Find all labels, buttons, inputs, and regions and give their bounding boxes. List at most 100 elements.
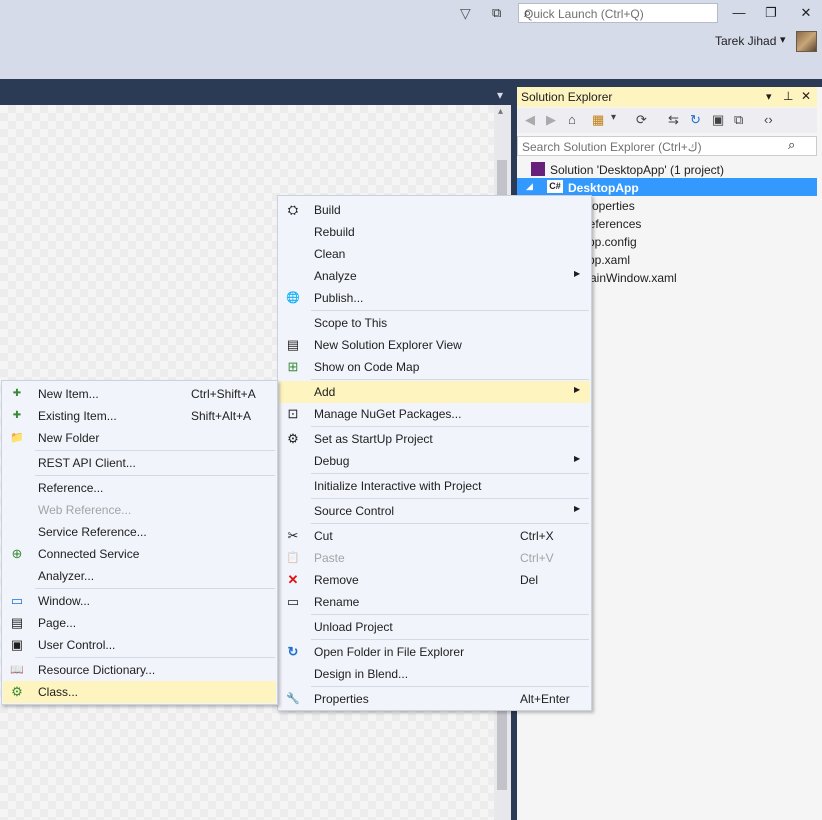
menu-item-build[interactable]: ⛭ Build: [279, 199, 590, 221]
menu-item-set-startup[interactable]: ⚙ Set as StartUp Project: [279, 428, 590, 450]
menu-item-resource-dictionary[interactable]: 📖 Resource Dictionary...: [3, 659, 276, 681]
menu-item-label: Page...: [38, 616, 77, 630]
back-icon[interactable]: ◀: [525, 112, 535, 128]
switch-views-dropdown-icon[interactable]: ▾: [611, 112, 616, 123]
pending-changes-icon[interactable]: ⟳: [636, 112, 647, 128]
filter-icon[interactable]: ▽: [460, 5, 471, 22]
panel-title: Solution Explorer: [521, 90, 613, 104]
menu-item-initialize-interactive[interactable]: Initialize Interactive with Project: [279, 475, 590, 497]
tree-item-solution[interactable]: Solution 'DesktopApp' (1 project): [550, 163, 724, 177]
forward-icon[interactable]: ▶: [546, 112, 556, 128]
submenu-arrow-icon: ▶: [574, 454, 581, 463]
menu-item-class[interactable]: ⚙ Class...: [3, 681, 276, 703]
menu-item-manage-nuget[interactable]: ⊡ Manage NuGet Packages...: [279, 403, 590, 425]
menu-item-label: New Item...: [38, 387, 99, 401]
menu-item-clean[interactable]: Clean: [279, 243, 590, 265]
refresh-icon[interactable]: ↻: [690, 112, 701, 128]
sync-icon[interactable]: ⇆: [668, 112, 679, 128]
menu-item-reference[interactable]: Reference...: [3, 477, 276, 499]
close-button[interactable]: ✕: [795, 4, 817, 22]
menu-item-add[interactable]: Add ▶: [279, 381, 590, 403]
code-map-icon: ⊞: [287, 359, 299, 374]
menu-item-design-in-blend[interactable]: Design in Blend...: [279, 663, 590, 685]
menu-item-connected-service[interactable]: ⊕ Connected Service: [3, 543, 276, 565]
user-name[interactable]: Tarek Jihad: [715, 34, 776, 48]
menu-item-unload-project[interactable]: Unload Project: [279, 616, 590, 638]
resource-dictionary-icon: 📖: [10, 664, 24, 676]
menu-item-label: Scope to This: [314, 316, 388, 330]
menu-separator: [311, 310, 589, 311]
new-item-icon: ✚: [12, 388, 22, 399]
menu-separator: [35, 475, 275, 476]
menu-item-new-item[interactable]: ✚ New Item... Ctrl+Shift+A: [3, 383, 276, 405]
scroll-up-icon[interactable]: ▴: [498, 106, 503, 117]
folder-icon: 📁: [10, 432, 24, 444]
menu-item-new-solution-explorer-view[interactable]: ▤ New Solution Explorer View: [279, 334, 590, 356]
expand-icon[interactable]: ◢: [526, 181, 533, 192]
menu-item-page[interactable]: ▤ Page...: [3, 612, 276, 634]
menu-item-label: Reference...: [38, 481, 104, 495]
menu-item-label: Publish...: [314, 291, 364, 305]
menu-item-label: Clean: [314, 247, 346, 261]
menu-separator: [311, 639, 589, 640]
minimize-button[interactable]: —: [728, 4, 750, 22]
menu-item-window[interactable]: ▭ Window...: [3, 590, 276, 612]
menu-item-show-on-code-map[interactable]: ⊞ Show on Code Map: [279, 356, 590, 378]
menu-item-rename[interactable]: ▭ Rename: [279, 591, 590, 613]
menu-item-scope-to-this[interactable]: Scope to This: [279, 312, 590, 334]
menu-item-new-folder[interactable]: 📁 New Folder: [3, 427, 276, 449]
package-icon: ⊡: [287, 406, 299, 421]
menu-separator: [311, 686, 589, 687]
menu-item-label: Service Reference...: [38, 525, 147, 539]
menu-separator: [311, 614, 589, 615]
avatar[interactable]: [796, 31, 817, 52]
shortcut-label: Ctrl+X: [520, 529, 554, 543]
menu-item-debug[interactable]: Debug ▶: [279, 450, 590, 472]
menu-item-source-control[interactable]: Source Control ▶: [279, 500, 590, 522]
menu-item-rebuild[interactable]: Rebuild: [279, 221, 590, 243]
collapse-all-icon[interactable]: ▣: [712, 112, 724, 128]
add-submenu: ✚ New Item... Ctrl+Shift+A ✚ Existing It…: [1, 380, 278, 705]
menu-item-open-folder[interactable]: ↻ Open Folder in File Explorer: [279, 641, 590, 663]
menu-item-user-control[interactable]: ▣ User Control...: [3, 634, 276, 656]
menu-item-rest-api-client[interactable]: REST API Client...: [3, 452, 276, 474]
menu-item-web-reference: Web Reference...: [3, 499, 276, 521]
paste-icon: 📋: [286, 552, 300, 564]
solution-explorer-search-input[interactable]: Search Solution Explorer (Ctrl+ك): [517, 136, 817, 156]
quick-launch-input[interactable]: Quick Launch (Ctrl+Q) ⌕: [518, 3, 718, 23]
menu-item-analyzer[interactable]: Analyzer...: [3, 565, 276, 587]
menu-item-publish[interactable]: 🌐 Publish...: [279, 287, 590, 309]
menu-item-existing-item[interactable]: ✚ Existing Item... Shift+Alt+A: [3, 405, 276, 427]
menu-item-label: Properties: [314, 692, 369, 706]
menu-item-properties[interactable]: 🔧 Properties Alt+Enter: [279, 688, 590, 710]
feedback-icon[interactable]: ⧉: [492, 5, 501, 21]
menu-item-remove[interactable]: ✕ Remove Del: [279, 569, 590, 591]
menu-item-label: Web Reference...: [38, 503, 132, 517]
menu-separator: [311, 473, 589, 474]
tree-item-mainwindow-xaml[interactable]: MainWindow.xaml: [580, 271, 677, 285]
menu-item-analyze[interactable]: Analyze ▶: [279, 265, 590, 287]
home-icon[interactable]: ⌂: [568, 112, 576, 127]
user-dropdown-icon[interactable]: ▾: [780, 33, 786, 46]
switch-views-icon[interactable]: ▦: [592, 112, 604, 128]
menu-item-service-reference[interactable]: Service Reference...: [3, 521, 276, 543]
search-icon[interactable]: ⌕: [788, 137, 795, 153]
panel-dropdown-icon[interactable]: ▾: [766, 90, 772, 103]
page-icon: ▤: [10, 615, 24, 630]
menu-item-label: Rebuild: [314, 225, 355, 239]
restore-button[interactable]: ❐: [760, 4, 782, 22]
gear-icon: ⚙: [287, 431, 299, 446]
search-icon: ⌕: [524, 5, 532, 20]
menu-item-label: Paste: [314, 551, 345, 565]
tab-dropdown-icon[interactable]: ▾: [497, 88, 503, 102]
menu-separator: [311, 426, 589, 427]
menu-separator: [311, 379, 589, 380]
view-code-icon[interactable]: ‹›: [764, 112, 773, 127]
panel-close-icon[interactable]: ✕: [801, 89, 811, 103]
menu-item-cut[interactable]: ✂ Cut Ctrl+X: [279, 525, 590, 547]
pin-icon[interactable]: ⊥: [783, 89, 793, 103]
menu-item-label: Open Folder in File Explorer: [314, 645, 465, 659]
solution-icon: [531, 162, 545, 176]
show-all-files-icon[interactable]: ⧉: [734, 112, 743, 128]
menu-item-paste: 📋 Paste Ctrl+V: [279, 547, 590, 569]
